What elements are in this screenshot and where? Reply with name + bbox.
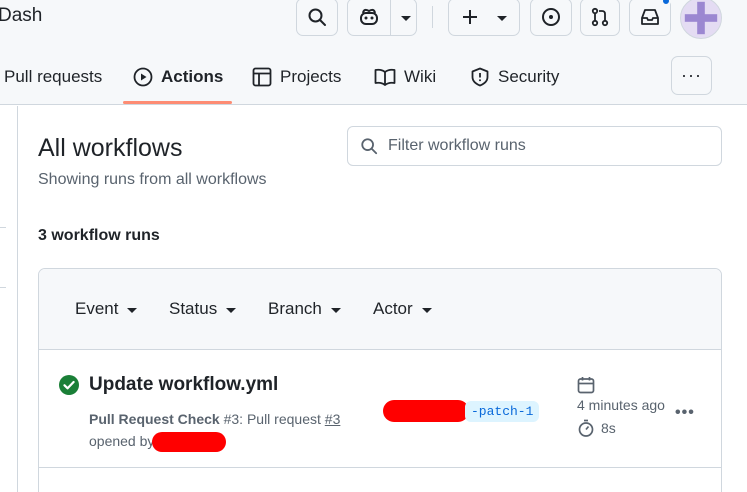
branch-name: -patch-1	[465, 400, 540, 422]
inbox-icon	[641, 9, 659, 25]
run-event-text: : Pull request	[239, 411, 325, 427]
issue-icon	[542, 8, 560, 26]
tab-wiki[interactable]: Wiki	[374, 56, 436, 98]
runs-filter-bar: Event Status Branch Actor	[39, 269, 721, 350]
run-meta: Pull Request Check #3: Pull request #3 o…	[89, 408, 359, 453]
status-filter-button[interactable]: Status	[169, 299, 237, 319]
copilot-button[interactable]	[347, 0, 417, 36]
chevron-down-icon	[330, 307, 341, 313]
page-subtitle: Showing runs from all workflows	[38, 171, 267, 188]
run-timing: 4 minutes ago 8s	[577, 376, 717, 437]
pull-request-link[interactable]: #3	[325, 411, 341, 427]
plus-icon	[463, 10, 477, 24]
branch-label[interactable]: -patch-1	[383, 400, 540, 422]
calendar-icon	[577, 377, 595, 394]
play-icon	[133, 67, 153, 87]
book-icon	[374, 68, 396, 86]
stopwatch-icon	[578, 419, 594, 437]
redacted-branch-prefix	[383, 400, 469, 422]
tab-pull-requests[interactable]: Pull requests	[4, 56, 102, 98]
branch-filter-button[interactable]: Branch	[268, 299, 341, 319]
chevron-down-icon	[497, 15, 507, 21]
workflow-runs-list: Event Status Branch Actor Update workflo…	[38, 268, 722, 492]
run-duration: 8s	[601, 420, 616, 436]
run-time-ago: 4 minutes ago	[577, 397, 665, 413]
avatar[interactable]	[680, 0, 722, 39]
avatar-identicon-icon	[684, 1, 718, 35]
more-tabs-button[interactable]: ···	[671, 56, 712, 95]
selected-tab-indicator	[123, 101, 232, 104]
chevron-down-icon	[127, 307, 138, 313]
table-row[interactable]: Update workflow.yml Pull Request Check #…	[39, 350, 721, 468]
page-title: All workflows	[38, 134, 183, 162]
tab-security[interactable]: Security	[470, 56, 559, 98]
issues-button[interactable]	[530, 0, 572, 36]
pull-requests-button[interactable]	[580, 0, 620, 36]
run-title-link[interactable]: Update workflow.yml	[89, 374, 278, 396]
search-icon	[361, 138, 378, 155]
run-number: #3	[223, 411, 240, 427]
sidebar-divider-tick	[0, 287, 6, 288]
chevron-down-icon	[226, 307, 237, 313]
filter-runs-field[interactable]	[347, 126, 722, 166]
create-new-button[interactable]	[448, 0, 520, 36]
table-icon	[252, 67, 272, 87]
redacted-username	[152, 432, 227, 453]
event-filter-button[interactable]: Event	[75, 299, 138, 319]
copilot-icon	[360, 8, 378, 25]
sidebar-divider	[17, 106, 18, 492]
search-button[interactable]	[296, 0, 338, 36]
repo-name[interactable]: Dash	[0, 5, 42, 27]
actions-page: Dash Pull requests Actions Projects Wiki…	[0, 0, 747, 492]
check-circle-icon	[59, 375, 79, 395]
tab-projects[interactable]: Projects	[252, 56, 341, 98]
actor-filter-button[interactable]: Actor	[373, 299, 432, 319]
chevron-down-icon	[421, 307, 432, 313]
pull-request-icon	[591, 7, 609, 27]
sidebar-divider-tick	[0, 227, 6, 228]
workflow-name[interactable]: Pull Request Check	[89, 411, 220, 427]
workflow-runs-count: 3 workflow runs	[38, 227, 160, 244]
filter-runs-input[interactable]	[388, 137, 708, 155]
shield-icon	[471, 67, 489, 87]
run-options-button[interactable]: •••	[675, 404, 695, 422]
repo-header: Dash Pull requests Actions Projects Wiki…	[0, 0, 747, 105]
opened-by-text: opened by	[89, 433, 155, 449]
search-icon	[308, 8, 326, 26]
tab-actions[interactable]: Actions	[133, 56, 223, 98]
chevron-down-icon	[401, 15, 411, 21]
